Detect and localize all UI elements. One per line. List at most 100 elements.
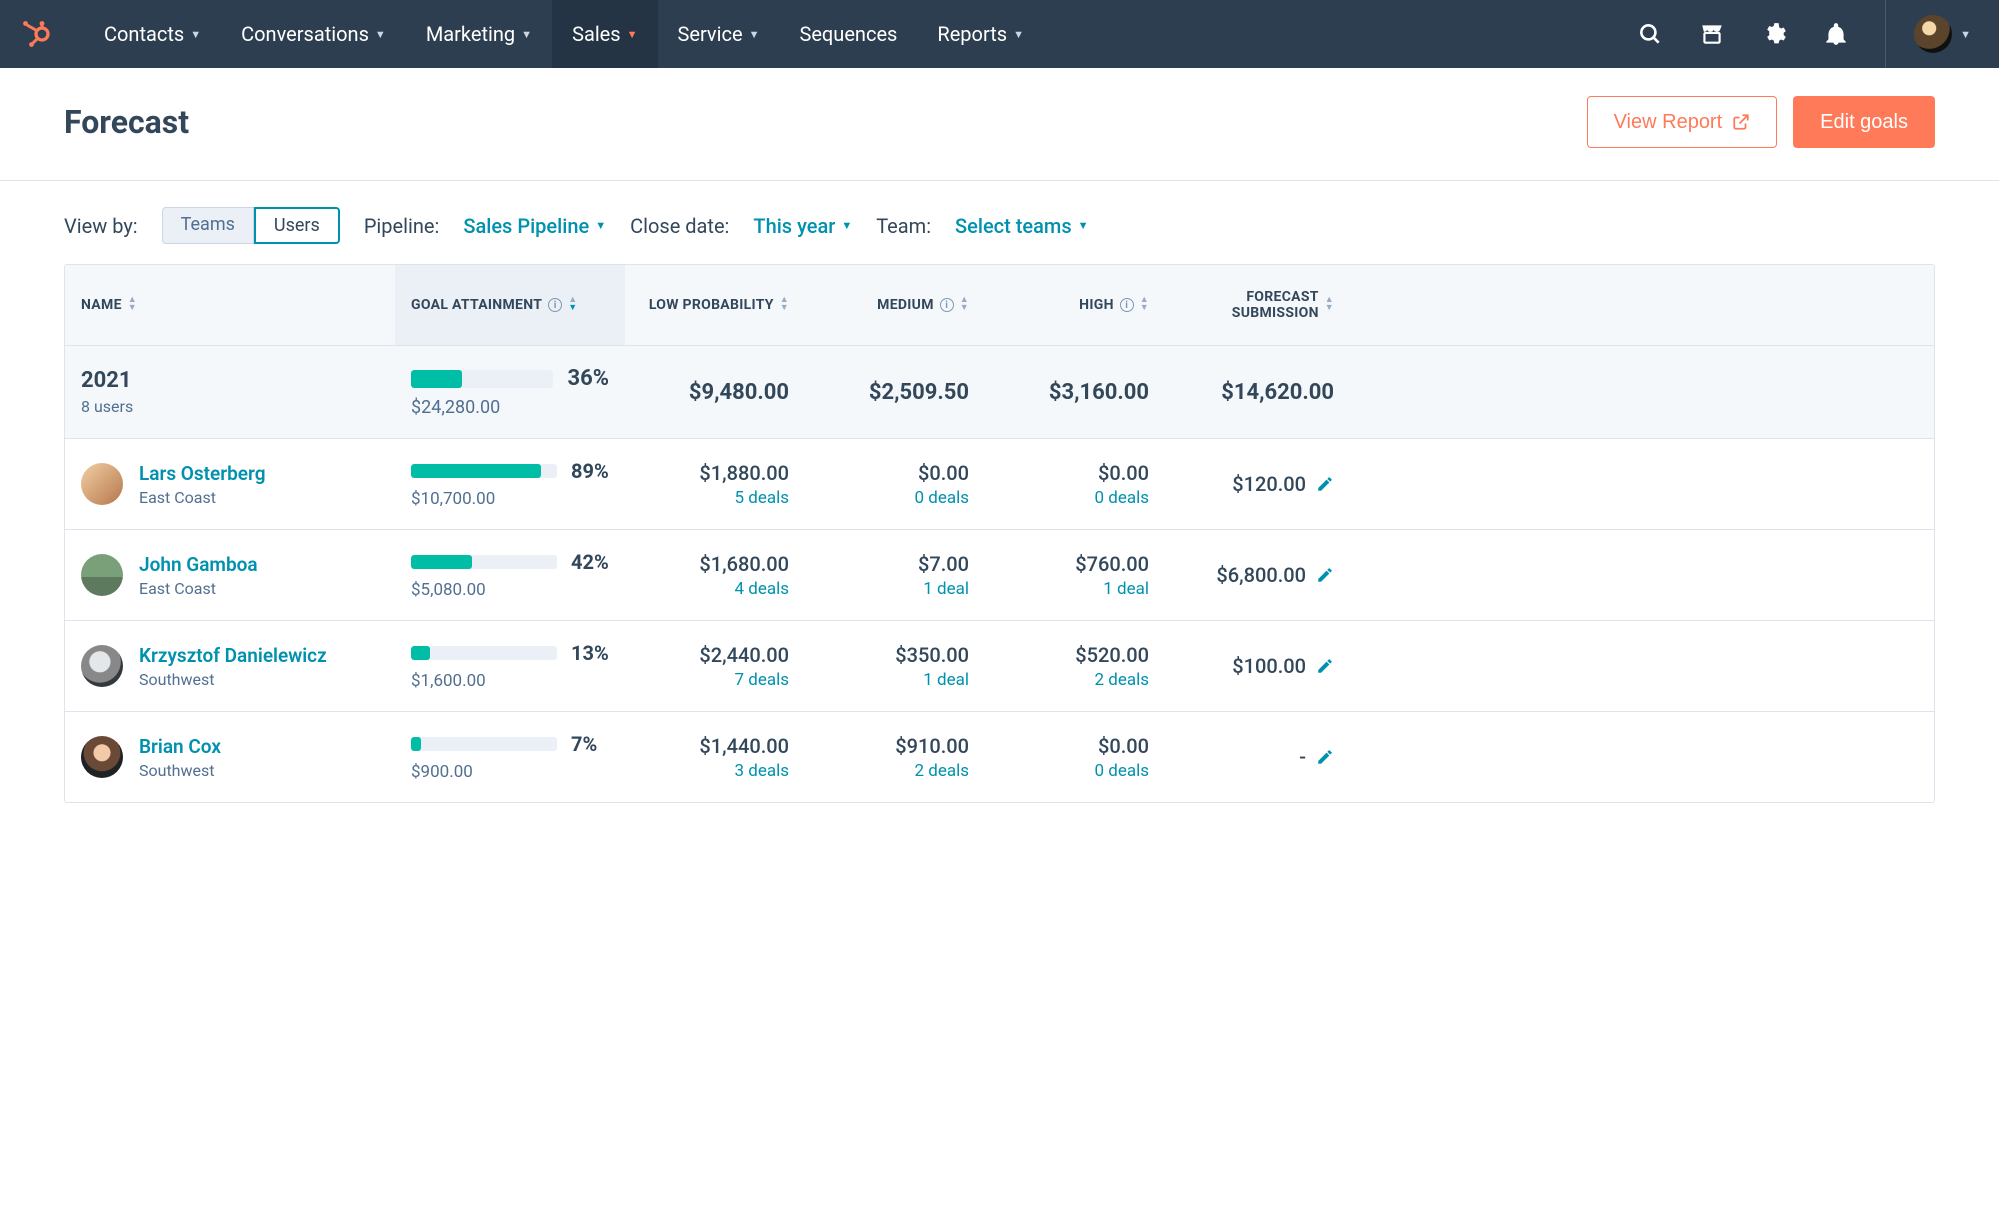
- team-select[interactable]: Select teams ▼: [955, 214, 1088, 238]
- col-name-label: NAME: [81, 297, 122, 313]
- medium-deals-link[interactable]: 0 deals: [821, 488, 969, 508]
- summary-medium-value: $2,509.50: [869, 380, 969, 405]
- goal-cell: 13%$1,600.00: [395, 621, 625, 711]
- user-name-link[interactable]: Brian Cox: [139, 735, 221, 758]
- pipeline-select[interactable]: Sales Pipeline ▼: [463, 214, 606, 238]
- goal-cell: 89%$10,700.00: [395, 439, 625, 529]
- high-deals-link[interactable]: 2 deals: [1001, 670, 1149, 690]
- edit-goals-button[interactable]: Edit goals: [1793, 96, 1935, 148]
- user-cell: John GamboaEast Coast: [65, 533, 395, 618]
- summary-name: 2021 8 users: [65, 348, 395, 436]
- edit-pencil-icon[interactable]: [1316, 566, 1334, 584]
- forecast-cell: -: [1165, 725, 1350, 789]
- notifications-bell-icon[interactable]: [1823, 21, 1849, 47]
- segment-teams[interactable]: Teams: [162, 207, 254, 244]
- user-name-link[interactable]: Krzysztof Danielewicz: [139, 644, 327, 667]
- forecast-amount: -: [1299, 745, 1306, 769]
- view-report-button[interactable]: View Report: [1587, 96, 1778, 148]
- col-medium[interactable]: MEDIUM i ▲▼: [805, 265, 985, 345]
- info-icon: i: [1120, 298, 1134, 312]
- nav-label: Sales: [572, 22, 621, 46]
- medium-amount: $0.00: [821, 461, 969, 485]
- high-cell: $760.001 deal: [985, 532, 1165, 619]
- low-amount: $1,680.00: [641, 552, 789, 576]
- nav-item-service[interactable]: Service▼: [658, 0, 780, 68]
- segment-users[interactable]: Users: [254, 207, 340, 244]
- high-amount: $0.00: [1001, 734, 1149, 758]
- nav-item-sales[interactable]: Sales▼: [552, 0, 657, 68]
- table-row: Brian CoxSouthwest7%$900.00$1,440.003 de…: [65, 712, 1934, 802]
- low-cell: $2,440.00 7 deals: [625, 623, 805, 710]
- goal-amount: $10,700.00: [411, 489, 609, 509]
- summary-users: 8 users: [81, 397, 133, 416]
- col-low-label: LOW PROBABILITY: [649, 297, 774, 313]
- user-name-link[interactable]: Lars Osterberg: [139, 462, 266, 485]
- col-forecast-submission[interactable]: FORECAST SUBMISSION ▲▼: [1165, 265, 1350, 345]
- edit-pencil-icon[interactable]: [1316, 475, 1334, 493]
- summary-row: 2021 8 users 36% $24,280.00 $9,480.00 $2…: [65, 346, 1934, 439]
- high-deals-link[interactable]: 0 deals: [1001, 488, 1149, 508]
- high-deals-link[interactable]: 0 deals: [1001, 761, 1149, 781]
- low-amount: $2,440.00: [641, 643, 789, 667]
- user-name-link[interactable]: John Gamboa: [139, 553, 258, 576]
- nav-item-conversations[interactable]: Conversations▼: [221, 0, 406, 68]
- medium-deals-link[interactable]: 1 deal: [821, 579, 969, 599]
- nav-item-marketing[interactable]: Marketing ▼: [406, 0, 552, 68]
- low-deals-link[interactable]: 3 deals: [641, 761, 789, 781]
- goal-pct: 7%: [571, 732, 597, 756]
- user-avatar-icon: [81, 554, 123, 596]
- forecast-table: NAME ▲▼ GOAL ATTAINMENT i ▲▼ LOW PROBABI…: [64, 264, 1935, 803]
- forecast-amount: $100.00: [1232, 654, 1306, 678]
- nav-item-reports[interactable]: Reports▼: [917, 0, 1044, 68]
- nav-label: Reports: [937, 22, 1007, 46]
- medium-deals-link[interactable]: 1 deal: [821, 670, 969, 690]
- col-medium-label: MEDIUM: [877, 297, 934, 313]
- edit-pencil-icon[interactable]: [1316, 657, 1334, 675]
- sort-icon: ▲▼: [1140, 297, 1149, 313]
- medium-amount: $350.00: [821, 643, 969, 667]
- chevron-down-icon: ▼: [521, 28, 532, 41]
- summary-high-value: $3,160.00: [1049, 380, 1149, 405]
- close-date-value: This year: [753, 214, 835, 238]
- col-goal-attainment[interactable]: GOAL ATTAINMENT i ▲▼: [395, 265, 625, 345]
- user-region: East Coast: [139, 488, 266, 507]
- col-high[interactable]: HIGH i ▲▼: [985, 265, 1165, 345]
- nav-item-sequences[interactable]: Sequences: [779, 0, 917, 68]
- user-region: Southwest: [139, 670, 327, 689]
- edit-pencil-icon[interactable]: [1316, 748, 1334, 766]
- col-low-probability[interactable]: LOW PROBABILITY ▲▼: [625, 265, 805, 345]
- low-amount: $1,440.00: [641, 734, 789, 758]
- account-menu[interactable]: ▼: [1885, 0, 1971, 68]
- user-cell: Krzysztof Danielewicz Southwest: [65, 624, 395, 709]
- low-deals-link[interactable]: 5 deals: [641, 488, 789, 508]
- settings-gear-icon[interactable]: [1761, 21, 1787, 47]
- table-row: Lars OsterbergEast Coast89%$10,700.00$1,…: [65, 439, 1934, 530]
- low-deals-link[interactable]: 4 deals: [641, 579, 789, 599]
- goal-amount: $5,080.00: [411, 580, 609, 600]
- goal-amount: $900.00: [411, 762, 609, 782]
- col-name[interactable]: NAME ▲▼: [65, 265, 395, 345]
- goal-cell: 42% $5,080.00: [395, 530, 625, 620]
- medium-amount: $910.00: [821, 734, 969, 758]
- nav-item-contacts[interactable]: Contacts▼: [84, 0, 221, 68]
- sort-icon: ▲▼: [780, 297, 789, 313]
- close-date-select[interactable]: This year ▼: [753, 214, 852, 238]
- nav-label: Sequences: [799, 22, 897, 46]
- low-deals-link[interactable]: 7 deals: [641, 670, 789, 690]
- high-deals-link[interactable]: 1 deal: [1001, 579, 1149, 599]
- nav-label: Service: [678, 22, 743, 46]
- progress-bar: [411, 464, 557, 478]
- info-icon: i: [940, 298, 954, 312]
- high-amount: $520.00: [1001, 643, 1149, 667]
- high-cell: $0.000 deals: [985, 441, 1165, 528]
- low-cell: $1,680.00 4 deals: [625, 532, 805, 619]
- goal-amount: $1,600.00: [411, 671, 609, 691]
- forecast-cell: $6,800.00: [1165, 543, 1350, 607]
- medium-deals-link[interactable]: 2 deals: [821, 761, 969, 781]
- page-title: Forecast: [64, 103, 189, 141]
- sort-icon: ▲▼: [128, 297, 137, 313]
- search-icon[interactable]: [1637, 21, 1663, 47]
- marketplace-icon[interactable]: [1699, 21, 1725, 47]
- nav-label: Marketing: [426, 22, 515, 46]
- goal-pct: 42%: [571, 550, 609, 574]
